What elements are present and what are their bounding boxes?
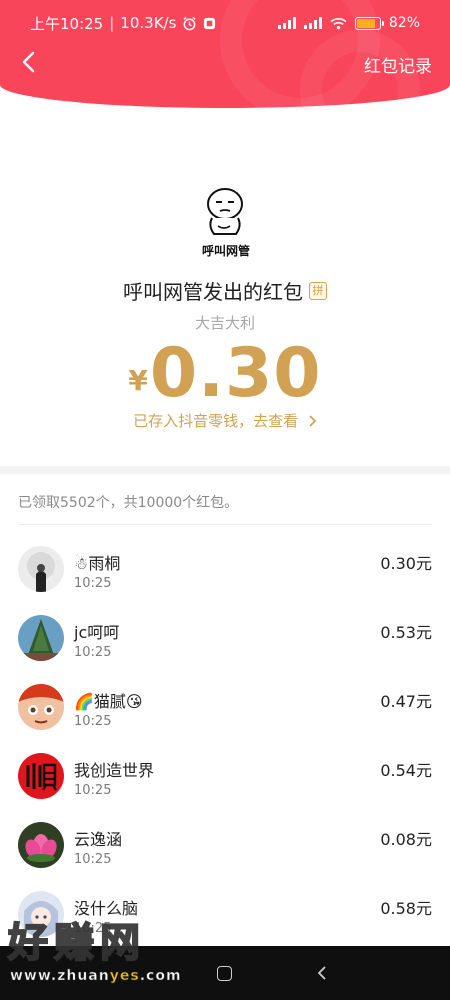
app-notification-icon xyxy=(204,17,216,29)
claim-summary: 已领取5502个，共10000个红包。 xyxy=(18,495,239,511)
avatar[interactable] xyxy=(18,546,64,592)
divider xyxy=(18,524,432,525)
back-triangle-icon[interactable] xyxy=(314,965,330,981)
view-wallet-label: 已存入抖音零钱，去查看 xyxy=(133,412,299,430)
amount-value: 0.30 xyxy=(149,334,322,413)
section-divider xyxy=(0,466,450,474)
claim-amount: 0.54元 xyxy=(380,761,432,780)
recipient-name: jc呵呵 xyxy=(74,623,120,642)
claim-amount: 0.58元 xyxy=(380,899,432,918)
list-item[interactable]: 我创造世界 10:25 0.54元 xyxy=(0,743,450,812)
list-item[interactable]: jc呵呵 10:25 0.53元 xyxy=(0,605,450,674)
network-speed: 10.3K/s xyxy=(120,14,177,32)
claim-time: 10:25 xyxy=(74,852,112,867)
blessing-text: 大吉大利 xyxy=(194,314,255,332)
watermark-logo-text: 好赚网 xyxy=(7,919,146,967)
sender-avatar-caption: 呼叫网管 xyxy=(201,244,250,258)
top-nav: 红包记录 xyxy=(0,46,450,82)
claim-amount: 0.08元 xyxy=(380,830,432,849)
claim-time: 10:25 xyxy=(74,783,112,798)
claim-amount: 0.30元 xyxy=(380,554,432,573)
battery-icon xyxy=(354,16,384,30)
wifi-icon xyxy=(330,17,347,29)
meme-face-icon xyxy=(207,188,243,235)
pin-badge: 拼 xyxy=(309,281,327,300)
alarm-icon xyxy=(183,16,196,30)
red-packet-records-link[interactable]: 红包记录 xyxy=(364,52,432,77)
sender-title-row: 呼叫网管发出的红包 拼 xyxy=(0,276,450,305)
avatar[interactable] xyxy=(18,615,64,661)
claim-amount: 0.47元 xyxy=(380,692,432,711)
claim-time: 10:25 xyxy=(74,576,112,591)
list-item[interactable]: ☃雨桐 10:25 0.30元 xyxy=(0,536,450,605)
sender-avatar: 呼叫网管 xyxy=(196,186,256,258)
avatar[interactable] xyxy=(18,753,64,799)
back-arrow-icon[interactable] xyxy=(16,48,44,76)
red-packet-detail-page: 上午10:25 | 10.3K/s 82% 红包记录 呼叫网管 呼叫网管发出的红… xyxy=(0,0,450,1000)
view-wallet-link[interactable]: 已存入抖音零钱，去查看 xyxy=(0,410,450,431)
recipient-name: 🌈猫腻😘 xyxy=(74,692,143,711)
home-square-icon[interactable] xyxy=(217,966,232,981)
watermark: 好赚网 www.zhuanyes.com xyxy=(0,906,210,1000)
recipient-name: ☃雨桐 xyxy=(74,554,121,573)
signal-icon xyxy=(303,17,322,29)
status-time: 上午10:25 xyxy=(30,14,104,33)
recipient-name: 云逸涵 xyxy=(74,830,123,849)
status-bar: 上午10:25 | 10.3K/s 82% xyxy=(30,14,420,33)
chevron-right-icon xyxy=(309,415,317,427)
claim-amount: 0.53元 xyxy=(380,623,432,642)
currency-symbol: ¥ xyxy=(128,364,148,397)
claim-time: 10:25 xyxy=(74,645,112,660)
received-amount: ¥0.30 xyxy=(0,334,450,413)
list-item[interactable]: 🌈猫腻😘 10:25 0.47元 xyxy=(0,674,450,743)
watermark-url: www.zhuanyes.com xyxy=(10,968,182,985)
sender-title: 呼叫网管发出的红包 xyxy=(123,280,303,304)
list-item[interactable]: 云逸涵 10:25 0.08元 xyxy=(0,812,450,881)
avatar[interactable] xyxy=(18,684,64,730)
claim-time: 10:25 xyxy=(74,714,112,729)
avatar[interactable] xyxy=(18,822,64,868)
recipient-name: 我创造世界 xyxy=(74,761,155,780)
recipient-list: ☃雨桐 10:25 0.30元 jc呵呵 10:25 0.53元 🌈猫腻😘 10… xyxy=(0,536,450,950)
signal-icon xyxy=(277,17,296,29)
header: 上午10:25 | 10.3K/s 82% 红包记录 xyxy=(0,0,450,108)
battery-percent: 82% xyxy=(388,15,420,31)
